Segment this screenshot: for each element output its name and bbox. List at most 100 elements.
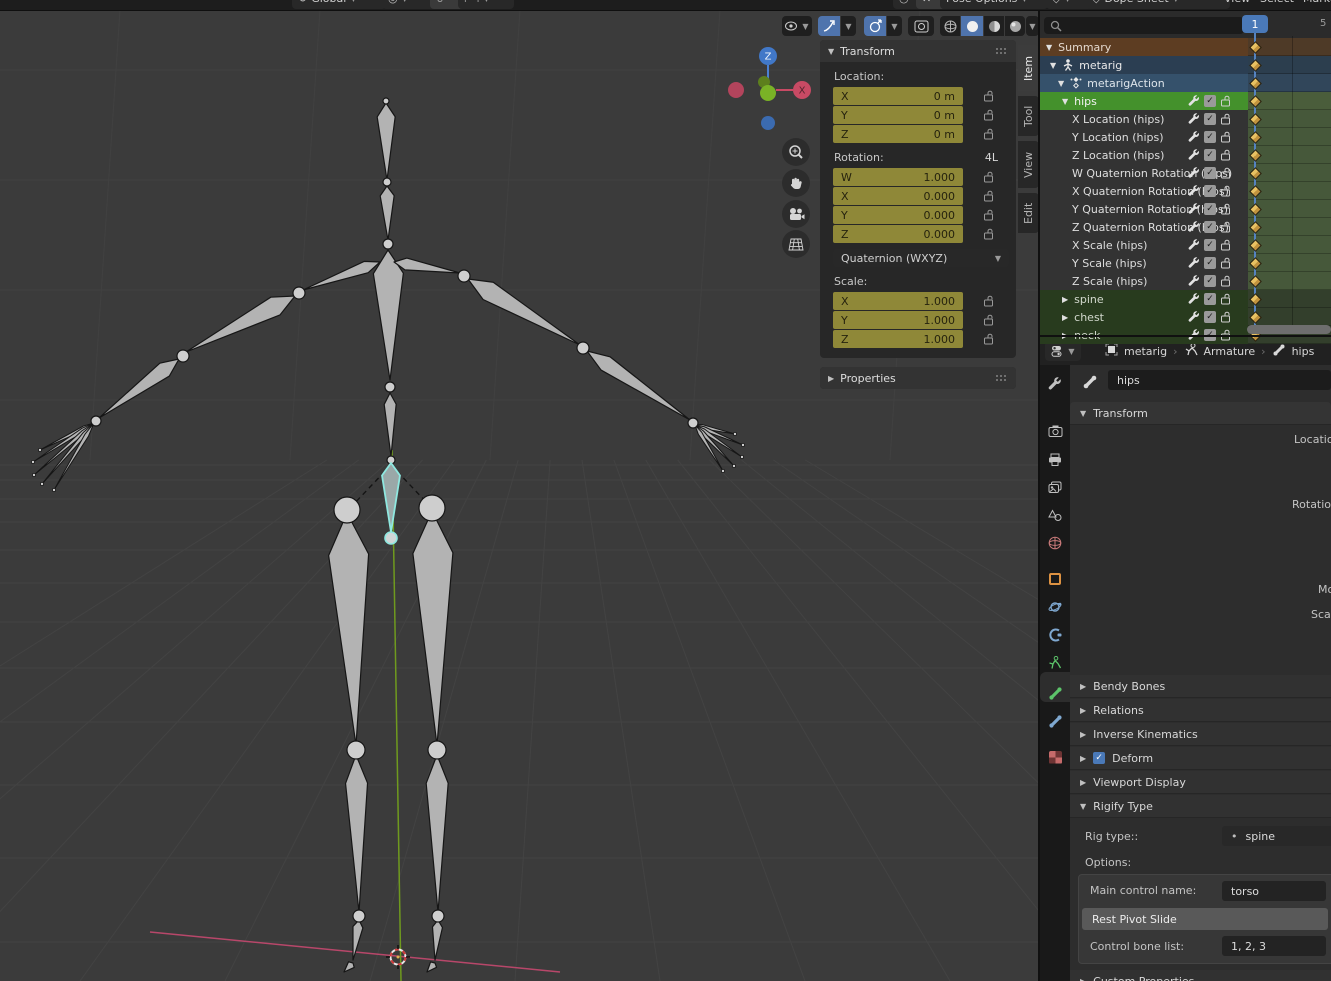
props-tab-bone[interactable]	[1042, 680, 1068, 706]
object-visibility-dropdown[interactable]: ▼	[782, 16, 812, 36]
proportional-editing-button[interactable]	[818, 16, 840, 36]
panel-header-deform[interactable]: ▶ ✓ Deform	[1070, 747, 1331, 770]
dopesheet-channel-x-quaternion-rotation-hips-[interactable]: X Quaternion Rotation (hips) ✓	[1040, 182, 1248, 200]
channel-enable-checkbox[interactable]: ✓	[1204, 311, 1216, 323]
bone-name-input[interactable]: hips	[1108, 370, 1331, 390]
location-x-field[interactable]: X 0 m	[833, 87, 993, 105]
pose-options-dropdown[interactable]: Pose Options ▼	[940, 0, 1048, 9]
modifier-wrench-icon[interactable]	[1188, 185, 1200, 197]
lock-toggle[interactable]	[983, 171, 994, 186]
dopesheet-channel-y-location-hips-[interactable]: Y Location (hips) ✓	[1040, 128, 1248, 146]
properties-panel-header[interactable]: ▶ Properties	[820, 367, 1016, 389]
lock-toggle[interactable]	[983, 314, 994, 329]
dopesheet-channel-spine[interactable]: ▶ spine ✓	[1040, 290, 1248, 308]
modifier-wrench-icon[interactable]	[1188, 95, 1200, 107]
modifier-wrench-icon[interactable]	[1188, 167, 1200, 179]
breadcrumb-object[interactable]: metarig	[1124, 345, 1167, 358]
dopesheet-channel-y-scale-hips-[interactable]: Y Scale (hips) ✓	[1040, 254, 1248, 272]
overlays-toggle-button[interactable]	[908, 16, 934, 36]
modifier-wrench-icon[interactable]	[1188, 149, 1200, 161]
gizmos-dropdown[interactable]: ▼	[887, 16, 902, 36]
control-bone-list-input[interactable]: 1, 2, 3	[1222, 936, 1326, 956]
channel-enable-checkbox[interactable]: ✓	[1204, 167, 1216, 179]
props-tab-render[interactable]	[1042, 418, 1068, 444]
pivot-point-dropdown[interactable]: ◎ ▼	[382, 0, 436, 9]
rotation-x-field[interactable]: X 0.000	[833, 187, 993, 205]
dopesheet-channel-y-quaternion-rotation-hips-[interactable]: Y Quaternion Rotation (hips) ✓	[1040, 200, 1248, 218]
unlock-icon[interactable]	[1220, 95, 1231, 107]
dopesheet-channel-z-location-hips-[interactable]: Z Location (hips) ✓	[1040, 146, 1248, 164]
unlock-icon[interactable]	[1220, 293, 1231, 305]
props-tab-output[interactable]	[1042, 446, 1068, 472]
menu-view[interactable]: View	[1224, 0, 1250, 9]
dopesheet-channel-summary[interactable]: ▼ Summary	[1040, 38, 1248, 56]
rotation-z-field[interactable]: Z 0.000	[833, 225, 993, 243]
channel-search-input[interactable]	[1044, 17, 1244, 34]
unlock-icon[interactable]	[1220, 311, 1231, 323]
props-transform-panel-header[interactable]: ▼ Transform	[1070, 402, 1331, 425]
lock-toggle[interactable]	[983, 109, 994, 124]
lock-toggle[interactable]	[983, 228, 994, 243]
editor-divider-vertical[interactable]	[1038, 0, 1040, 981]
expand-arrow-icon[interactable]: ▼	[1058, 79, 1064, 88]
panel-header-viewport-display[interactable]: ▶ Viewport Display	[1070, 771, 1331, 794]
props-tab-object-constraints[interactable]	[1042, 622, 1068, 648]
snap-mode-dropdown[interactable]: ⊦⊣ ▼	[458, 0, 514, 9]
props-tab-physics[interactable]	[1042, 594, 1068, 620]
dopesheet-channel-metarigaction[interactable]: ▼ metarigAction	[1040, 74, 1248, 92]
sidebar-tab-item[interactable]: Item	[1018, 45, 1039, 91]
shading-rendered-button[interactable]	[1005, 16, 1025, 36]
dopesheet-channel-x-location-hips-[interactable]: X Location (hips) ✓	[1040, 110, 1248, 128]
location-z-field[interactable]: Z 0 m	[833, 125, 993, 143]
expand-arrow-icon[interactable]: ▶	[1062, 313, 1068, 322]
rotation-lock-label[interactable]: 4L	[985, 151, 998, 164]
pan-tool-button[interactable]	[782, 169, 810, 197]
rotation-w-field[interactable]: W 1.000	[833, 168, 993, 186]
dopesheet-channel-chest[interactable]: ▶ chest ✓	[1040, 308, 1248, 326]
props-tab-bone-constraints[interactable]	[1042, 708, 1068, 734]
proportional-editing-dropdown[interactable]: ▼	[841, 16, 856, 36]
props-tab-object[interactable]	[1042, 566, 1068, 592]
unlock-icon[interactable]	[1220, 257, 1231, 269]
sidebar-tab-tool[interactable]: Tool	[1018, 96, 1039, 136]
breadcrumb-bone[interactable]: hips	[1292, 345, 1315, 358]
props-tab-view-layer[interactable]	[1042, 474, 1068, 500]
navigation-axis-gizmo[interactable]: Z X	[723, 45, 818, 145]
rotation-mode-dropdown[interactable]: Quaternion (WXYZ) ▼	[833, 249, 1009, 267]
panel-header-inverse-kinematics[interactable]: ▶ Inverse Kinematics	[1070, 723, 1331, 746]
menu-select[interactable]: Select	[1260, 0, 1294, 9]
camera-view-button[interactable]	[782, 200, 810, 228]
main-control-name-input[interactable]: torso	[1222, 881, 1326, 901]
transform-panel-header[interactable]: ▼ Transform	[820, 40, 1016, 62]
unlock-icon[interactable]	[1220, 221, 1231, 233]
channel-enable-checkbox[interactable]: ✓	[1204, 239, 1216, 251]
custom-properties-panel-header[interactable]: ▶ Custom Properties	[1070, 970, 1331, 981]
location-y-field[interactable]: Y 0 m	[833, 106, 993, 124]
channel-enable-checkbox[interactable]: ✓	[1204, 257, 1216, 269]
channel-enable-checkbox[interactable]: ✓	[1204, 275, 1216, 287]
modifier-wrench-icon[interactable]	[1188, 239, 1200, 251]
dopesheet-horizontal-scrollbar[interactable]	[1247, 325, 1331, 334]
modifier-wrench-icon[interactable]	[1188, 311, 1200, 323]
transform-orientation-dropdown[interactable]: ↻ Global ▼	[292, 0, 386, 9]
modifier-wrench-icon[interactable]	[1188, 275, 1200, 287]
modifier-wrench-icon[interactable]	[1188, 257, 1200, 269]
scale-y-field[interactable]: Y 1.000	[833, 311, 993, 329]
props-tab-tool[interactable]	[1042, 371, 1068, 397]
scale-x-field[interactable]: X 1.000	[833, 292, 993, 310]
deform-checkbox[interactable]: ✓	[1093, 752, 1106, 764]
lock-toggle[interactable]	[983, 90, 994, 105]
unlock-icon[interactable]	[1220, 167, 1231, 179]
unlock-icon[interactable]	[1220, 275, 1231, 287]
unlock-icon[interactable]	[1220, 239, 1231, 251]
dopesheet-channel-z-scale-hips-[interactable]: Z Scale (hips) ✓	[1040, 272, 1248, 290]
channel-enable-checkbox[interactable]: ✓	[1204, 95, 1216, 107]
gizmos-toggle-button[interactable]	[864, 16, 886, 36]
expand-arrow-icon[interactable]: ▼	[1046, 43, 1052, 52]
dopesheet-channel-z-quaternion-rotation-hips-[interactable]: Z Quaternion Rotation (hips) ✓	[1040, 218, 1248, 236]
unlock-icon[interactable]	[1220, 113, 1231, 125]
panel-grip-icon[interactable]	[996, 374, 1008, 382]
modifier-wrench-icon[interactable]	[1188, 221, 1200, 233]
shading-wireframe-button[interactable]	[940, 16, 960, 36]
lock-toggle[interactable]	[983, 295, 994, 310]
